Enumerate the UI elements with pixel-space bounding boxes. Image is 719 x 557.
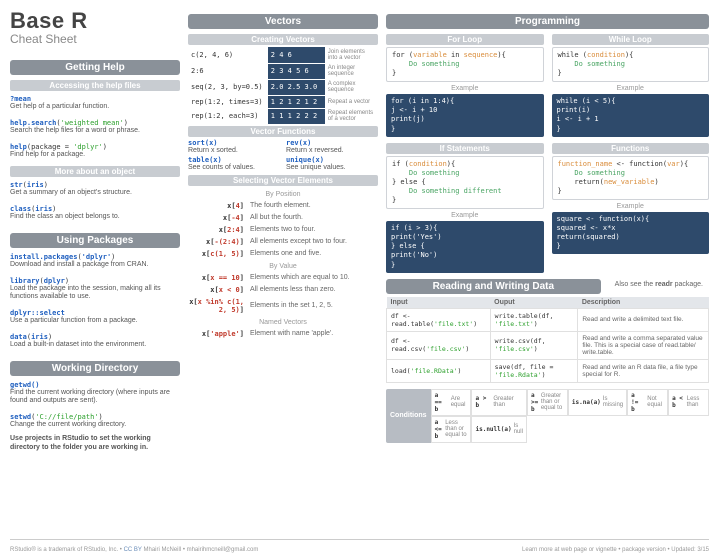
readr-note: Also see the readr package. xyxy=(609,281,709,288)
subsection-more-object: More about an object xyxy=(10,166,180,177)
subsection-access-help: Accessing the help files xyxy=(10,80,180,91)
vector-functions: sort(x)Return x sorted. table(x)See coun… xyxy=(188,139,378,173)
for-example: for (i in 1:4){ j <- i + 10 print(j) } xyxy=(386,94,544,136)
conditions-strip: Conditions a == bAre equal a > bGreater … xyxy=(386,389,709,443)
while-example: while (i < 5){ print(i) i <- i + 1 } xyxy=(552,94,710,136)
footer-right: Learn more at web page or vignette • pac… xyxy=(522,547,709,553)
cheatsheet-page: Base R Cheat Sheet Getting Help Accessin… xyxy=(10,8,709,536)
column-right: Programming For Loop for (variable in se… xyxy=(386,8,709,536)
cc-by-link[interactable]: CC BY xyxy=(124,547,142,553)
help-item: ?mean Get help of a particular function. xyxy=(10,95,180,112)
page-subtitle: Cheat Sheet xyxy=(10,32,180,46)
section-programming: Programming xyxy=(386,14,709,29)
desc: Get a summary of an object's structure. xyxy=(10,189,180,198)
page-footer: RStudio® is a trademark of RStudio, Inc.… xyxy=(10,547,709,553)
help-item: class(iris) Find the class an object bel… xyxy=(10,205,180,222)
section-working-directory: Working Directory xyxy=(10,361,180,376)
section-using-packages: Using Packages xyxy=(10,233,180,248)
column-left: Base R Cheat Sheet Getting Help Accessin… xyxy=(10,8,180,536)
if-syntax: if (condition){ Do something } else { Do… xyxy=(386,156,544,209)
while-syntax: while (condition){ Do something} xyxy=(552,47,710,82)
help-item: help.search('weighted mean') Search the … xyxy=(10,119,180,136)
desc: Get help of a particular function. xyxy=(10,103,180,112)
if-example: if (i > 3){ print('Yes') } else { print(… xyxy=(386,221,544,272)
creating-vectors-table: c(2, 4, 6)2 4 6Join elements into a vect… xyxy=(188,47,378,124)
subsection-vector-functions: Vector Functions xyxy=(188,126,378,137)
section-reading-writing: Reading and Writing Data xyxy=(386,279,601,294)
column-middle: Vectors Creating Vectors c(2, 4, 6)2 4 6… xyxy=(188,8,378,536)
section-vectors: Vectors xyxy=(188,14,378,29)
subsection-selecting-elements: Selecting Vector Elements xyxy=(188,175,378,186)
function-syntax: function_name <- function(var){ Do somet… xyxy=(552,156,710,200)
code-mean-help: ?mean xyxy=(10,95,180,103)
desc: Search the help files for a word or phra… xyxy=(10,127,180,136)
section-getting-help: Getting Help xyxy=(10,60,180,75)
for-syntax: for (variable in sequence){ Do something… xyxy=(386,47,544,82)
rw-table: InputOuputDescription df <- read.table('… xyxy=(386,297,709,383)
wd-note: Use projects in RStudio to set the worki… xyxy=(10,435,180,453)
desc: Find help for a package. xyxy=(10,151,180,160)
subsection-creating-vectors: Creating Vectors xyxy=(188,34,378,45)
help-item: str(iris) Get a summary of an object's s… xyxy=(10,181,180,198)
desc: Find the class an object belongs to. xyxy=(10,213,180,222)
function-example: square <- function(x){ squared <- x*x re… xyxy=(552,212,710,254)
page-title: Base R xyxy=(10,8,180,34)
help-item: help(package = 'dplyr') Find help for a … xyxy=(10,143,180,160)
